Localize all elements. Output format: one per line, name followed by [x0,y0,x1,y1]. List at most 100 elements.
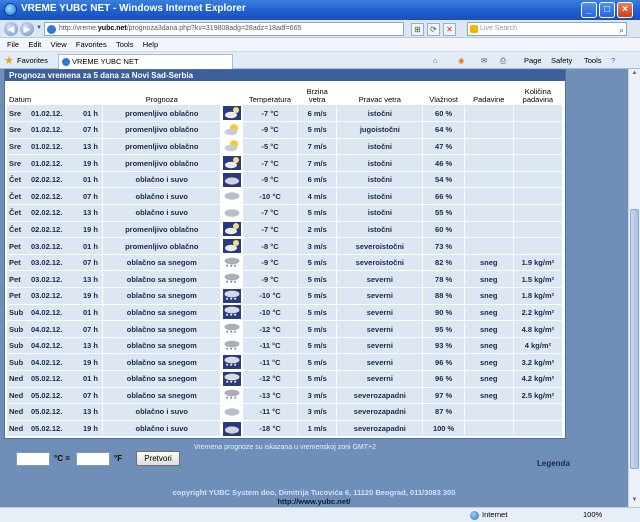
scroll-up-icon[interactable]: ▲ [630,70,639,79]
feeds-icon[interactable]: ◉ [458,56,465,65]
humidity-cell: 55 % [422,204,465,222]
site-url-link[interactable]: http://www.yubc.net/ [0,497,628,506]
stop-icon[interactable]: ✕ [443,23,456,36]
wind-direction-cell: istočni [336,221,424,239]
wind-speed-cell: 2 m/s [297,221,338,239]
back-button[interactable]: ◀ [4,22,18,36]
menu-file[interactable]: File [7,38,19,52]
date-day: Sub [9,357,24,367]
minimize-button[interactable]: _ [581,2,597,18]
svg-text:* * *: * * * [226,364,237,369]
precip-amount-cell [513,138,564,156]
menu-favorites[interactable]: Favorites [76,38,107,52]
favorites-button[interactable]: Favorites [17,56,48,65]
address-input[interactable]: http://vreme.yubc.net/prognoza3dana.php?… [44,22,404,36]
menu-view[interactable]: View [51,38,67,52]
menu-edit[interactable]: Edit [28,38,41,52]
wind-direction-cell: severni [336,270,424,289]
home-icon[interactable]: ⌂ [433,56,438,65]
scroll-down-icon[interactable]: ▼ [630,497,639,506]
precip-amount-cell [513,403,564,421]
nav-dropdown-icon[interactable]: ▼ [36,25,42,31]
precipitation-cell: sneg [464,320,514,338]
wind-speed-cell: 5 m/s [297,304,338,322]
date-date: 05.02.12. [31,407,63,417]
close-button[interactable]: × [617,2,633,18]
mail-icon[interactable]: ✉ [481,56,487,65]
svg-text:* * *: * * * [226,314,237,319]
snow-icon: * * * [222,322,241,337]
tools-menu[interactable]: Tools [584,56,602,65]
temperature-cell: -11 °C [242,403,299,421]
wind-direction-cell: severni [336,320,424,338]
cloudy-night-icon [222,421,241,436]
maximize-button[interactable]: □ [599,2,615,18]
converter-area: Vremena prognoze su iskazana u vremensko… [4,440,570,475]
wind-speed-cell: 5 m/s [297,287,338,305]
table-row: Sub 04.02.12. 01 h oblačno sa snegom * * * -1… [7,304,564,322]
forecast-cell: oblačno sa snegom [102,387,222,405]
ie-logo-icon [4,3,17,16]
temperature-cell: -7 °C [242,105,299,123]
scrollbar-thumb[interactable] [630,209,639,469]
precip-amount-cell [513,221,564,239]
weather-icon-cell [220,204,243,222]
compat-view-icon[interactable]: ⊞ [411,23,424,36]
date-date: 01.02.12. [31,108,63,118]
favorites-star-icon[interactable]: ★ [4,54,14,67]
tab-vreme-yubc[interactable]: VREME YUBC NET [58,54,233,69]
temperature-cell: -5 °C [242,138,299,156]
wind-direction-cell: severni [336,370,424,388]
zoom-level[interactable]: 100% [583,510,602,519]
refresh-icon[interactable]: ⟳ [427,23,440,36]
search-icon[interactable]: ⌕ [619,24,624,36]
precipitation-cell: sneg [464,337,514,355]
convert-button[interactable]: Pretvori [136,451,180,466]
print-icon[interactable]: ⎙ [500,56,506,66]
safety-menu[interactable]: Safety [551,56,572,65]
wind-direction-cell: severni [336,287,424,305]
humidity-cell: 47 % [422,138,465,156]
weather-icon-cell: * * * [220,287,243,305]
fahrenheit-input[interactable] [76,452,110,466]
weather-icon-cell: * * * [220,337,243,355]
date-cell: Sub 04.02.12. 13 h [7,337,104,355]
vertical-scrollbar[interactable]: ▲ ▼ [628,69,640,507]
humidity-cell: 95 % [422,320,465,338]
temperature-cell: -9 °C [242,270,299,289]
col-datum: Datum [9,95,32,104]
legend-link[interactable]: Legenda [537,459,570,468]
date-hour: 07 h [83,191,99,201]
svg-text:* * *: * * * [226,348,237,353]
date-date: 04.02.12. [31,357,63,367]
date-day: Sub [9,341,24,351]
cloudy-icon [222,404,241,419]
humidity-cell: 96 % [422,353,465,371]
precip-amount-cell [513,105,564,123]
date-cell: Sre 01.02.12. 07 h [7,121,104,139]
date-date: 02.02.12. [31,175,63,185]
date-hour: 19 h [83,224,99,234]
page-menu[interactable]: Page [524,56,542,65]
wind-direction-cell: istočni [336,187,424,206]
help-icon[interactable]: ? [611,56,615,65]
wind-direction-cell: istočni [336,204,424,222]
search-input[interactable]: Live Search ⌕ [467,22,627,36]
forecast-cell: oblačno sa snegom [102,370,222,388]
forecast-cell: promenljivo oblačno [102,105,222,123]
wind-direction-cell: severoistočni [336,254,424,272]
window-titlebar: VREME YUBC NET - Windows Internet Explor… [0,0,640,20]
precip-amount-cell: 4.2 kg/m² [513,370,564,388]
menu-help[interactable]: Help [143,38,158,52]
tab-bar: ★ Favorites VREME YUBC NET ⌂ ◉ ✉ ⎙ Page … [0,52,640,69]
precip-amount-cell [513,237,564,255]
temperature-cell: -10 °C [242,187,299,206]
date-day: Sre [9,158,22,168]
date-date: 02.02.12. [31,208,63,218]
wind-speed-cell: 5 m/s [297,270,338,289]
forward-button[interactable]: ▶ [20,22,34,36]
precipitation-cell [464,121,514,139]
partly-cloudy-night-icon [222,222,241,237]
celsius-input[interactable] [16,452,50,466]
menu-tools[interactable]: Tools [116,38,134,52]
